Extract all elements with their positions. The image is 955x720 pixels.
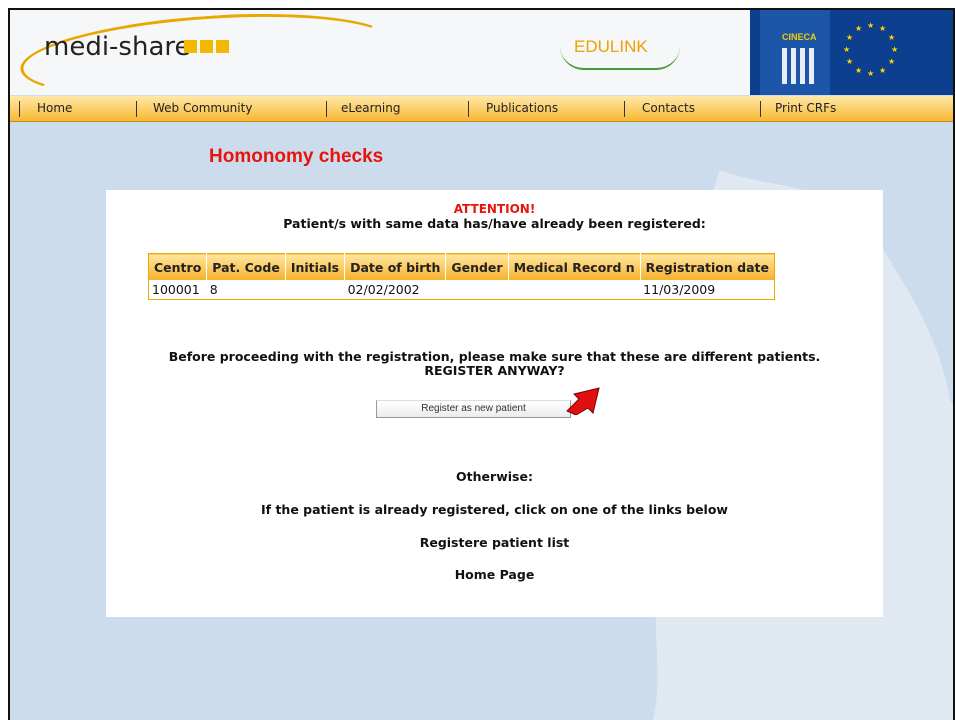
browser-frame: medi-share EDULINK CINECA ★ ★ ★ ★ ★ ★ ★ ★ ★ ★ ★…	[8, 8, 955, 720]
column-header-date-of-birth: Date of birth	[344, 253, 447, 280]
otherwise-label: Otherwise:	[456, 469, 533, 484]
nav-web-community[interactable]: Web Community	[153, 96, 252, 121]
nav-home[interactable]: Home	[37, 96, 72, 121]
table-header-row: Centro Pat. Code Initials Date of birth …	[148, 253, 775, 280]
nav-separator	[326, 101, 327, 117]
cineca-grid-icon	[782, 48, 816, 84]
cell-pat-code: 8	[209, 282, 218, 297]
cell-date-of-birth: 02/02/2002	[347, 282, 420, 297]
cell-gender	[446, 280, 508, 300]
edulink-logo[interactable]: EDULINK	[574, 37, 648, 57]
nav-separator	[136, 101, 137, 117]
already-registered-instruction: If the patient is already registered, cl…	[261, 502, 728, 517]
svg-text:★: ★	[855, 66, 862, 75]
site-header: medi-share EDULINK CINECA ★ ★ ★ ★ ★ ★ ★ ★ ★ ★ ★…	[10, 10, 953, 110]
nav-separator	[624, 101, 625, 117]
svg-text:★: ★	[891, 45, 898, 54]
nav-separator	[468, 101, 469, 117]
logo-square-icon	[184, 40, 197, 53]
column-header-registration-date: Registration date	[640, 253, 775, 280]
main-navigation: Home Web Community eLearning Publication…	[10, 96, 953, 122]
nav-separator	[19, 101, 20, 117]
column-header-pat-code: Pat. Code	[206, 253, 286, 280]
logo-square-icon	[200, 40, 213, 53]
medi-share-logo[interactable]: medi-share	[44, 32, 191, 62]
red-arrow-icon	[566, 387, 600, 415]
column-header-medical-record: Medical Record n	[508, 253, 641, 280]
svg-text:★: ★	[843, 45, 850, 54]
nav-separator	[760, 101, 761, 117]
content-panel: ATTENTION! Patient/s with same data has/…	[106, 190, 883, 617]
cell-centro: 100001	[152, 282, 200, 297]
svg-text:★: ★	[879, 24, 886, 33]
cell-medical-record	[508, 280, 640, 300]
svg-text:★: ★	[879, 66, 886, 75]
nav-print-crfs[interactable]: Print CRFs	[775, 96, 836, 121]
column-header-gender: Gender	[445, 253, 509, 280]
attention-label: ATTENTION!	[453, 202, 536, 216]
verification-instruction: Before proceeding with the registration,…	[168, 349, 821, 364]
logo-square-icon	[216, 40, 229, 53]
register-new-patient-button[interactable]: Register as new patient	[376, 400, 571, 418]
svg-text:★: ★	[846, 57, 853, 66]
column-header-initials: Initials	[285, 253, 346, 280]
svg-text:★: ★	[867, 21, 874, 30]
register-anyway-prompt: REGISTER ANYWAY?	[424, 363, 565, 378]
cineca-logo[interactable]: CINECA	[782, 32, 817, 42]
svg-text:★: ★	[855, 24, 862, 33]
duplicate-patients-table: Centro Pat. Code Initials Date of birth …	[148, 253, 775, 300]
duplicate-warning-text: Patient/s with same data has/have alread…	[283, 216, 706, 231]
home-page-link[interactable]: Home Page	[106, 567, 883, 582]
page-title: Homonomy checks	[209, 146, 384, 167]
nav-elearning[interactable]: eLearning	[341, 96, 400, 121]
svg-text:★: ★	[867, 69, 874, 78]
svg-text:★: ★	[888, 57, 895, 66]
registered-patient-list-link[interactable]: Registere patient list	[106, 535, 883, 550]
table-row[interactable]: 100001 8 02/02/2002 11/03/2009	[149, 280, 775, 300]
nav-contacts[interactable]: Contacts	[642, 96, 695, 121]
nav-publications[interactable]: Publications	[486, 96, 558, 121]
svg-text:★: ★	[888, 33, 895, 42]
cell-initials	[285, 280, 344, 300]
cell-registration-date: 11/03/2009	[643, 282, 716, 297]
column-header-centro: Centro	[148, 253, 208, 280]
eu-stars-icon: ★ ★★ ★★★ ★★★ ★★★	[843, 21, 898, 78]
svg-text:★: ★	[846, 33, 853, 42]
